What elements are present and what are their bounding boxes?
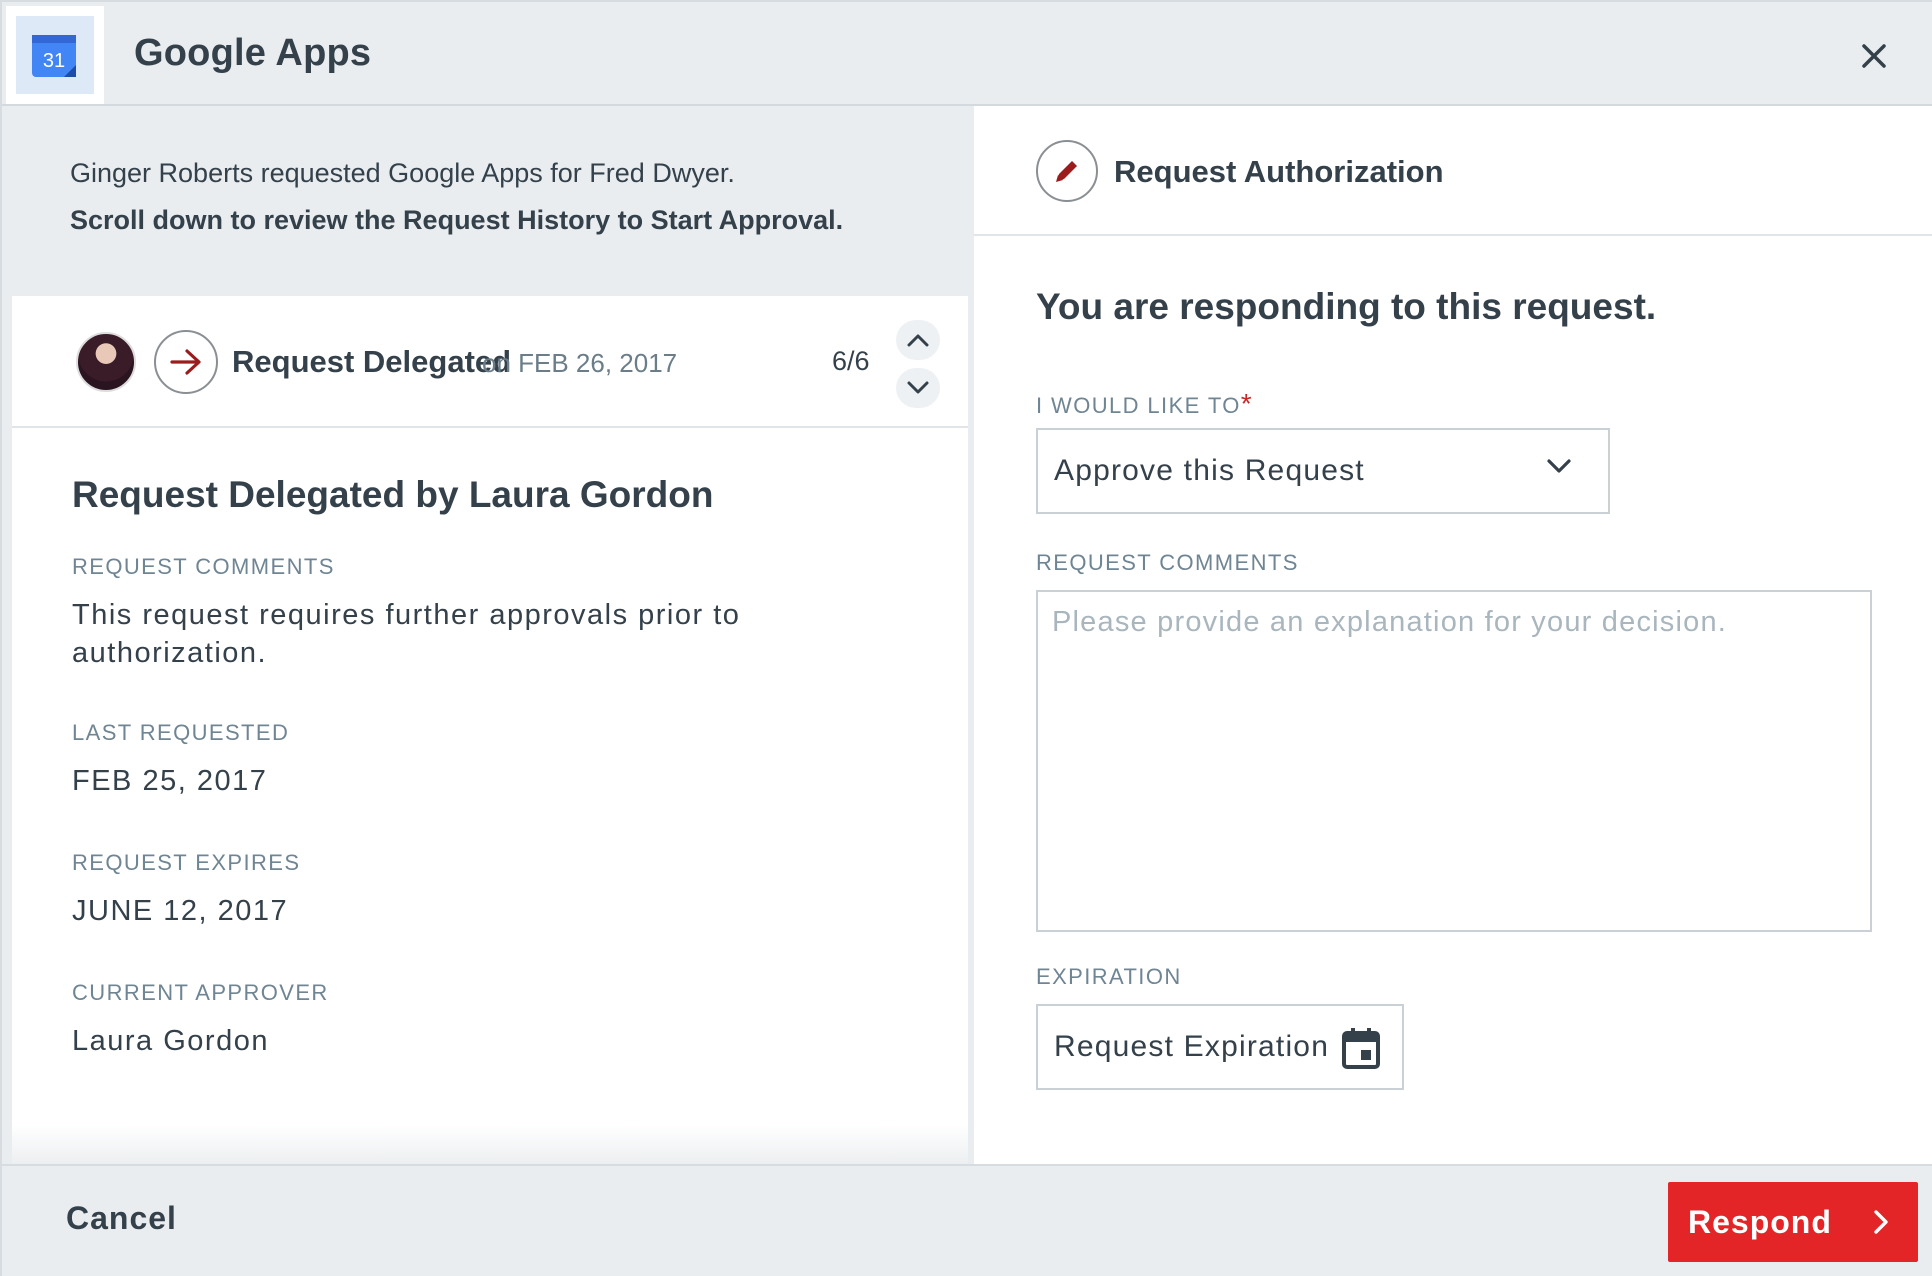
history-detail: Request Delegated by Laura Gordon REQUES… [72,474,932,1060]
history-event-header: Request Delegated on FEB 26, 2017 6/6 [12,296,968,428]
expiration-date-placeholder: Request Expiration [1054,1030,1330,1063]
app-title: Google Apps [134,32,372,74]
chevron-down-icon [1547,459,1571,473]
action-select-value: Approve this Request [1054,454,1365,487]
close-icon [1862,44,1886,68]
authorization-title: Request Authorization [1114,154,1444,189]
app-icon-container: 31 [6,6,104,104]
field-label-request-expires: REQUEST EXPIRES [72,850,301,875]
required-marker: * [1240,388,1252,419]
comments-textarea[interactable] [1036,590,1872,932]
cancel-button[interactable]: Cancel [66,1200,177,1237]
request-intro: Ginger Roberts requested Google Apps for… [70,158,950,236]
field-label-request-comments: REQUEST COMMENTS [72,554,335,579]
chevron-up-icon [907,334,929,347]
action-label-text: I WOULD LIKE TO [1036,393,1241,418]
expiration-label: EXPIRATION [1036,964,1182,989]
field-value-request-comments: This request requires further approvals … [72,599,741,669]
field-value-last-requested: FEB 25, 2017 [72,765,268,797]
pencil-icon [1036,140,1098,202]
expiration-date-field[interactable]: Request Expiration [1036,1004,1404,1090]
history-event-title: Request Delegated [232,344,512,379]
comments-label: REQUEST COMMENTS [1036,550,1299,575]
modal-header: 31 Google Apps [2,2,1932,106]
field-label-last-requested: LAST REQUESTED [72,720,290,745]
delegate-arrow-icon [154,330,218,394]
respond-button-label: Respond [1688,1203,1832,1240]
action-label: I WOULD LIKE TO* [1036,388,1252,420]
request-history-panel: Ginger Roberts requested Google Apps for… [2,106,972,1164]
next-event-button[interactable] [896,368,940,408]
modal-footer: Cancel Respond [2,1164,1932,1276]
avatar [76,332,136,392]
chevron-right-icon [1874,1210,1888,1234]
google-calendar-icon: 31 [16,16,94,94]
history-card[interactable]: Request Delegated on FEB 26, 2017 6/6 Re… [12,296,968,1164]
field-value-current-approver: Laura Gordon [72,1025,269,1057]
field-label-current-approver: CURRENT APPROVER [72,980,329,1005]
history-event-date: on FEB 26, 2017 [482,348,678,378]
chevron-down-icon [907,381,929,394]
respond-button[interactable]: Respond [1668,1182,1918,1262]
calendar-icon[interactable] [1340,1026,1382,1070]
authorization-panel: Request Authorization You are responding… [974,106,1932,1164]
detail-title: Request Delegated by Laura Gordon [72,474,714,515]
review-instruction: Scroll down to review the Request Histor… [70,205,844,235]
svg-text:31: 31 [43,50,65,72]
previous-event-button[interactable] [896,320,940,360]
close-button[interactable] [1854,36,1894,76]
response-heading: You are responding to this request. [1036,286,1657,327]
action-select[interactable]: Approve this Request [1036,428,1610,514]
request-summary: Ginger Roberts requested Google Apps for… [70,158,735,188]
field-value-request-expires: JUNE 12, 2017 [72,895,289,927]
scroll-fade [12,1124,968,1164]
history-counter: 6/6 [832,346,870,376]
request-modal: 31 Google Apps Ginger Roberts requested … [0,0,1932,1276]
authorization-header: Request Authorization [974,106,1932,236]
